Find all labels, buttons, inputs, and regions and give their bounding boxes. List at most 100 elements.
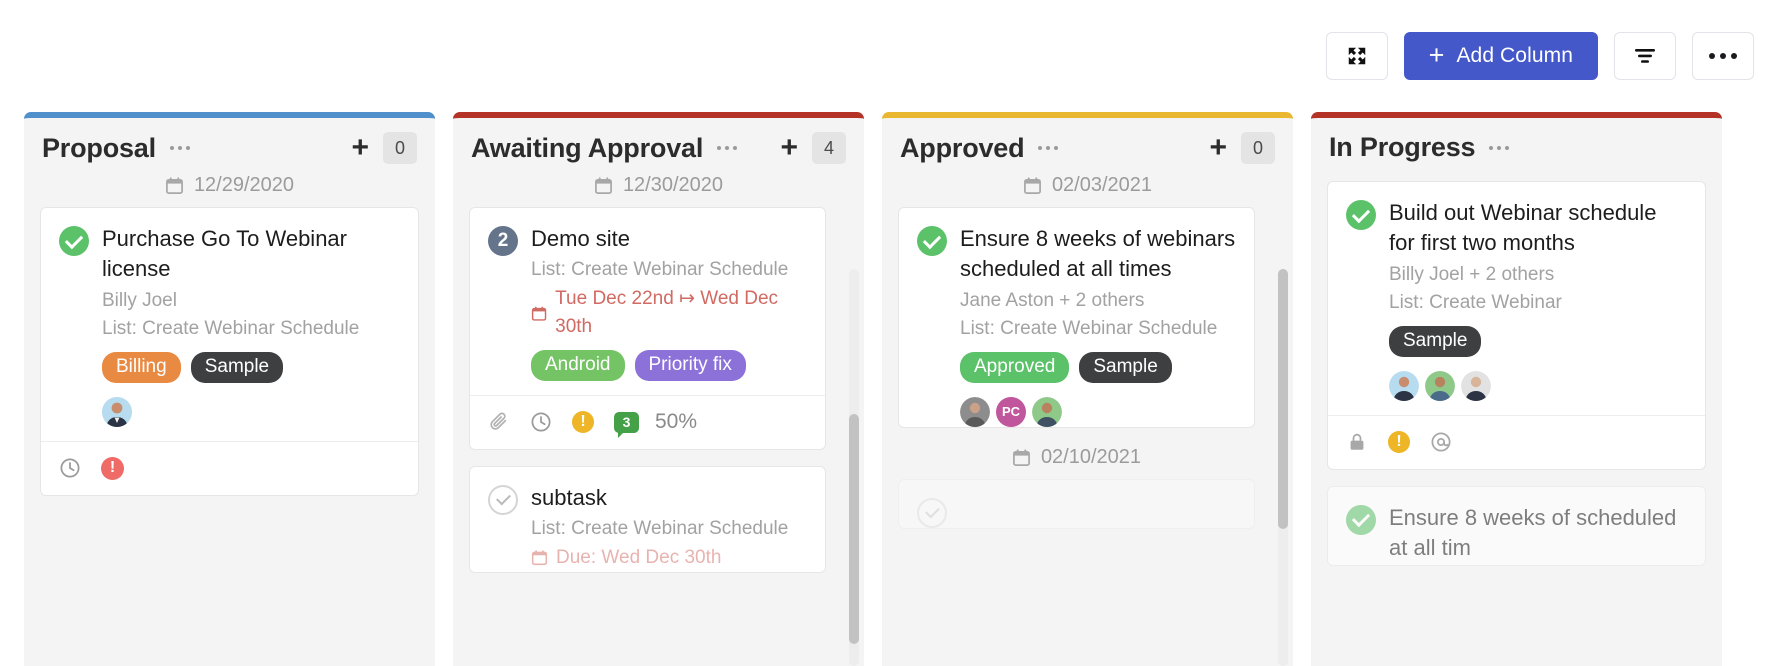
avatar-photo <box>1389 370 1419 401</box>
card[interactable]: Ensure 8 weeks of scheduled at all tim <box>1327 485 1706 567</box>
tag[interactable]: Sample <box>1389 325 1482 357</box>
column-menu-icon[interactable] <box>717 146 738 150</box>
task-complete-icon[interactable] <box>1346 200 1376 230</box>
avatar[interactable] <box>1032 396 1062 427</box>
add-column-label: Add Column <box>1456 44 1573 67</box>
avatar-photo <box>1461 370 1491 401</box>
progress-percent: 50% <box>655 410 698 434</box>
column-approved[interactable]: Approved + 0 02/03/2021 Ensure 8 weeks o… <box>882 112 1293 666</box>
card-avatars <box>1389 370 1687 401</box>
card-list: List: Create Webinar Schedule <box>960 318 1218 340</box>
column-scrollbar[interactable] <box>1278 269 1288 666</box>
card-due-label: Due: Wed Dec 30th <box>556 546 722 568</box>
avatar[interactable] <box>1389 370 1419 401</box>
card-footer: ! 3 50% <box>470 394 825 449</box>
card-title: Demo site <box>531 226 631 251</box>
column-title: Approved <box>900 132 1025 163</box>
clock-icon[interactable] <box>59 457 81 479</box>
column-date-label: 12/29/2020 <box>193 174 295 196</box>
column-proposal[interactable]: Proposal + 0 12/29/2020 Purchase Go To W… <box>24 112 435 666</box>
column-menu-icon[interactable] <box>1489 145 1510 150</box>
task-complete-icon[interactable] <box>59 226 89 256</box>
expand-icon <box>1348 47 1365 65</box>
tag[interactable]: Sample <box>1079 351 1172 383</box>
task-incomplete-icon[interactable] <box>488 484 518 515</box>
card[interactable]: Build out Webinar schedule for first two… <box>1327 181 1706 470</box>
mention-icon[interactable] <box>1430 431 1452 453</box>
card-assignee: Jane Aston + 2 others <box>960 289 1145 311</box>
column-menu-icon[interactable] <box>1038 146 1059 150</box>
alert-icon[interactable]: ! <box>101 456 124 480</box>
column-cards: 2 Demo site List: Create Webinar Schedul… <box>453 207 864 666</box>
card-tags: Android Priority fix <box>531 349 807 381</box>
column-header: Proposal + 0 <box>24 118 435 168</box>
add-card-button[interactable]: + <box>1209 133 1227 163</box>
expand-button[interactable] <box>1325 32 1388 80</box>
add-card-button[interactable]: + <box>351 133 369 163</box>
comment-count-badge[interactable]: 3 <box>614 411 639 438</box>
filter-icon <box>1635 49 1655 63</box>
card-avatars: PC <box>960 396 1236 427</box>
more-options-button[interactable] <box>1692 32 1754 80</box>
calendar-icon <box>1023 177 1041 194</box>
tag[interactable]: Billing <box>102 351 181 383</box>
lock-icon[interactable] <box>1346 431 1368 453</box>
calendar-icon <box>1012 449 1030 466</box>
avatar[interactable] <box>960 396 990 427</box>
clock-icon[interactable] <box>530 411 552 433</box>
card[interactable] <box>898 478 1255 530</box>
avatar-photo <box>960 396 990 427</box>
column-in-progress[interactable]: In Progress Build out Webinar schedule f… <box>1311 112 1722 666</box>
column-header: Approved + 0 <box>882 118 1293 168</box>
task-incomplete-icon[interactable] <box>917 497 947 528</box>
task-complete-icon[interactable] <box>1346 504 1376 535</box>
tag[interactable]: Approved <box>960 351 1070 383</box>
card-list: List: Create Webinar Schedule <box>102 318 360 340</box>
card-tags: Approved Sample <box>960 351 1236 383</box>
card-title: subtask <box>531 484 607 510</box>
card-title: Ensure 8 weeks of webinars scheduled at … <box>960 226 1236 282</box>
warning-icon[interactable]: ! <box>572 411 594 434</box>
board-toolbar: + Add Column <box>0 0 1782 112</box>
task-complete-icon[interactable] <box>917 226 947 256</box>
card-list: List: Create Webinar Schedule <box>531 259 789 281</box>
column-date-secondary: 02/10/2021 <box>898 444 1255 479</box>
ellipsis-icon <box>1709 53 1737 59</box>
tag[interactable]: Android <box>531 349 625 381</box>
warning-icon[interactable]: ! <box>1388 431 1410 454</box>
filter-button[interactable] <box>1614 32 1676 80</box>
calendar-icon <box>165 177 183 194</box>
card[interactable]: Purchase Go To Webinar license Billy Joe… <box>40 207 419 496</box>
column-title: Proposal <box>42 132 156 163</box>
tag[interactable]: Sample <box>190 351 284 383</box>
card-due-label: Tue Dec 22nd ↦ Wed Dec 30th <box>555 287 779 338</box>
subtask-count-badge[interactable]: 2 <box>488 226 518 256</box>
card-list: List: Create Webinar <box>1389 292 1562 314</box>
avatar[interactable] <box>1425 370 1455 401</box>
column-awaiting-approval[interactable]: Awaiting Approval + 4 12/30/2020 2 Demo … <box>453 112 864 666</box>
card-due: Due: Wed Dec 30th <box>531 544 807 573</box>
paperclip-icon[interactable] <box>488 411 510 433</box>
column-cards: Build out Webinar schedule for first two… <box>1311 167 1722 666</box>
card[interactable]: 2 Demo site List: Create Webinar Schedul… <box>469 207 826 450</box>
add-card-button[interactable]: + <box>780 133 798 163</box>
card[interactable]: subtask List: Create Webinar Schedule Du… <box>469 465 826 574</box>
add-column-button[interactable]: + Add Column <box>1403 32 1598 80</box>
kanban-board: Proposal + 0 12/29/2020 Purchase Go To W… <box>0 112 1782 666</box>
tag[interactable]: Priority fix <box>634 349 746 381</box>
avatar[interactable] <box>102 396 132 427</box>
scrollbar-thumb[interactable] <box>849 414 859 644</box>
plus-icon: + <box>1428 39 1445 70</box>
scrollbar-thumb[interactable] <box>1278 269 1288 529</box>
card-footer: ! <box>1328 414 1705 469</box>
column-date-label: 12/30/2020 <box>622 174 724 196</box>
avatar-photo <box>102 396 132 427</box>
column-cards: Ensure 8 weeks of webinars scheduled at … <box>882 207 1293 666</box>
card[interactable]: Ensure 8 weeks of webinars scheduled at … <box>898 207 1255 428</box>
column-menu-icon[interactable] <box>169 146 190 150</box>
avatar[interactable] <box>1461 370 1491 401</box>
calendar-icon <box>531 306 547 321</box>
column-scrollbar[interactable] <box>849 269 859 666</box>
card-assignee: Billy Joel <box>102 289 177 311</box>
avatar-initials[interactable]: PC <box>996 396 1026 427</box>
